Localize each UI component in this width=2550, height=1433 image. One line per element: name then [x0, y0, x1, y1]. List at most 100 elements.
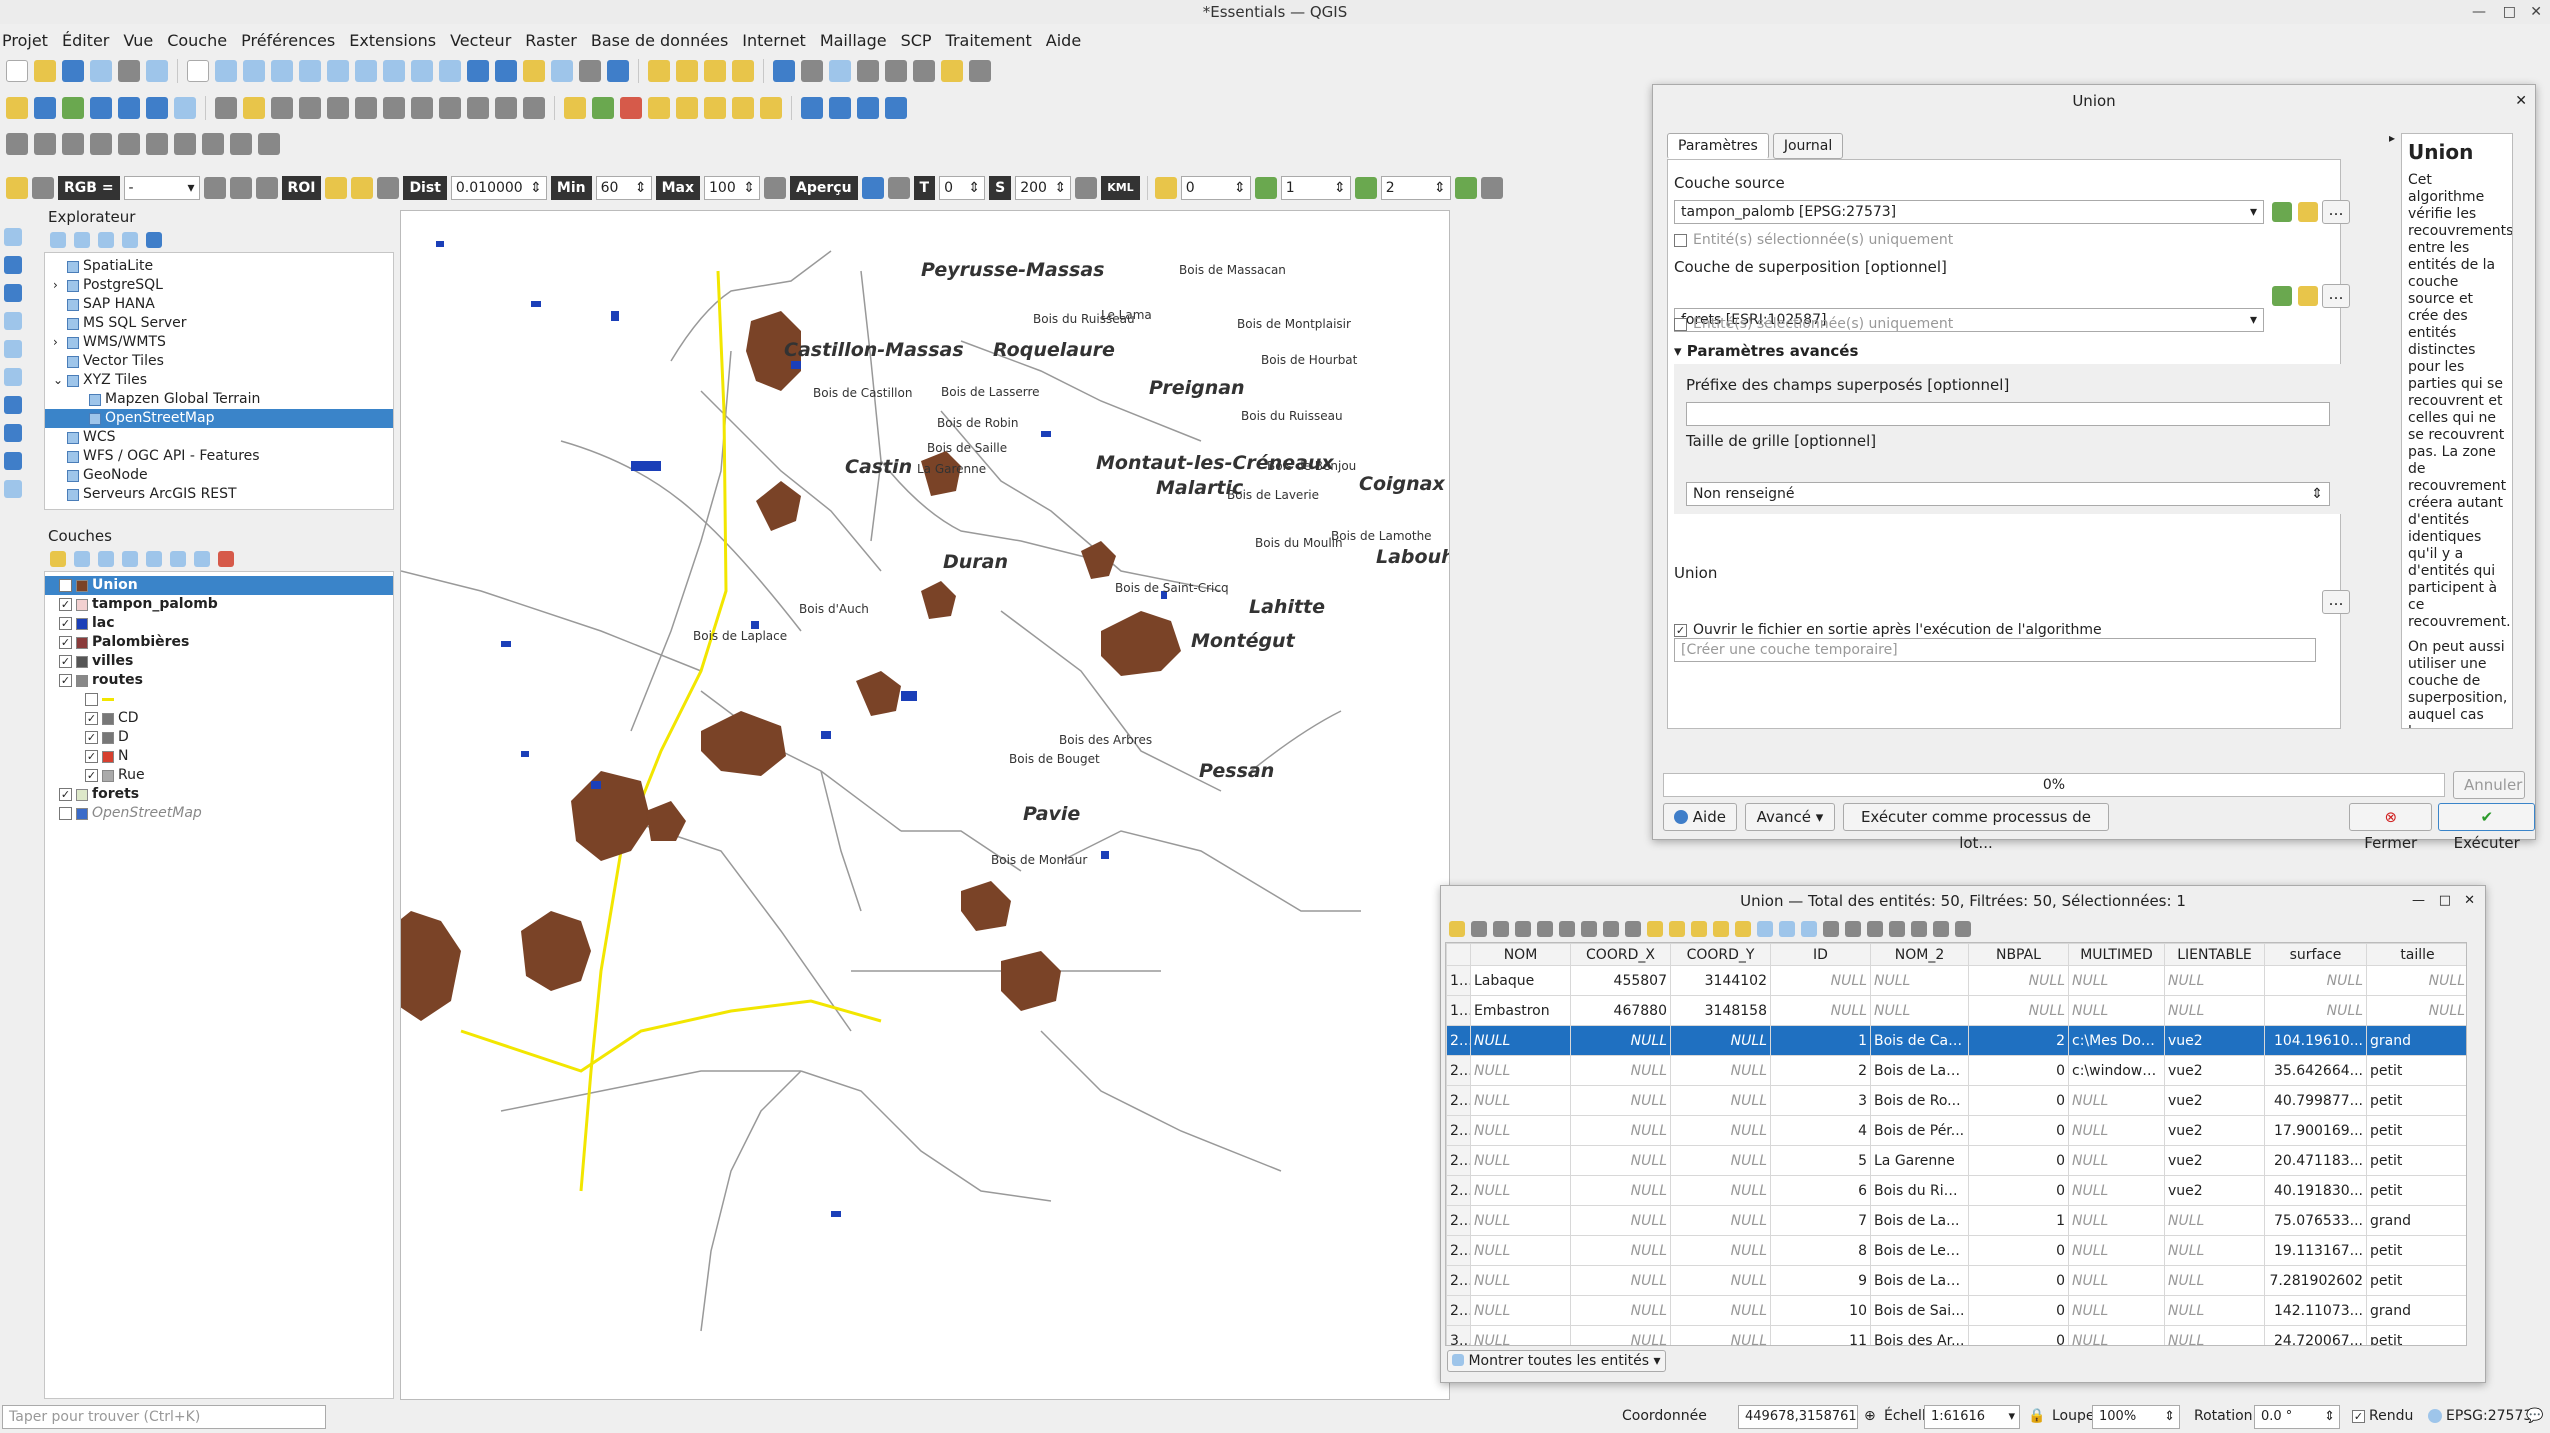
add-postgis-side-icon[interactable] [4, 368, 22, 386]
table-cell[interactable]: 8 [1770, 1235, 1871, 1266]
bookmark-icon[interactable] [523, 60, 545, 82]
layer-item[interactable]: ✓ villes [45, 652, 393, 671]
table-cell[interactable]: 40.799877... [2264, 1085, 2367, 1116]
conditional-format-icon[interactable] [1911, 921, 1927, 937]
row-number[interactable]: 29 [1446, 1295, 1471, 1326]
label-rotate-icon[interactable] [676, 97, 698, 119]
layer-visibility-checkbox[interactable]: ✓ [59, 674, 72, 687]
help-button[interactable]: Aide [1663, 803, 1737, 831]
scp-next-3-icon[interactable] [1454, 177, 1477, 199]
scp-region-icon[interactable] [377, 177, 400, 199]
table-cell[interactable]: petit [2366, 1175, 2466, 1206]
pan-icon[interactable] [187, 60, 209, 82]
table-cell[interactable]: NULL [2068, 1115, 2165, 1146]
field-calculator-icon[interactable] [1889, 921, 1905, 937]
layer-item[interactable]: ✓ N [45, 747, 393, 766]
move-top-icon[interactable] [1757, 921, 1773, 937]
cut-icon[interactable] [411, 97, 433, 119]
crs-button[interactable]: EPSG:27573 [2428, 1408, 2532, 1424]
table-cell[interactable]: NULL [2068, 1265, 2165, 1296]
browser-item[interactable]: MS SQL Server [45, 314, 393, 333]
table-cell[interactable]: NULL [1670, 1115, 1771, 1146]
table-row[interactable]: 20 NULL NULL NULL 1 Bois de Cas... 2 c:\Mes Doc… [1446, 1025, 2466, 1056]
table-cell[interactable]: NULL [1470, 1115, 1571, 1146]
column-header[interactable]: ID [1770, 943, 1871, 966]
table-cell[interactable]: 0 [1968, 1265, 2069, 1296]
menu-couche[interactable]: Couche [167, 31, 227, 50]
row-number[interactable]: 18 [1446, 965, 1471, 996]
simplify-tool-icon[interactable] [174, 133, 196, 155]
map-tips-icon[interactable] [941, 60, 963, 82]
layer-visibility-checkbox[interactable]: ✓ [59, 788, 72, 801]
overlay-iterate-icon[interactable] [2272, 286, 2292, 306]
zoom-native-icon[interactable] [383, 60, 405, 82]
add-wms-icon[interactable] [146, 97, 168, 119]
table-cell[interactable]: NULL [2068, 1175, 2165, 1206]
column-header[interactable]: LIENTABLE [2164, 943, 2265, 966]
open-output-checkbox[interactable]: ✓ Ouvrir le fichier en sortie après l'exé… [1674, 622, 2102, 638]
table-cell[interactable]: NULL [1570, 1175, 1671, 1206]
tab-journal[interactable]: Journal [1772, 133, 1844, 159]
table-cell[interactable]: NULL [2164, 995, 2265, 1026]
merge-tool-icon[interactable] [62, 133, 84, 155]
label-move-icon[interactable] [648, 97, 670, 119]
add-group-icon[interactable] [74, 551, 90, 567]
minimize-icon[interactable]: — [2472, 0, 2486, 24]
refresh-browser-icon[interactable] [74, 232, 90, 248]
scp-preview-zoom-icon[interactable] [764, 177, 787, 199]
row-number[interactable]: 21 [1446, 1055, 1471, 1086]
layer-style-icon[interactable] [50, 551, 66, 567]
browser-item[interactable]: WCS [45, 428, 393, 447]
table-cell[interactable]: 6 [1770, 1175, 1871, 1206]
copy-icon[interactable] [439, 97, 461, 119]
table-cell[interactable]: La Garenne [1870, 1145, 1969, 1176]
grid-size-spinbox[interactable]: Non renseigné ⇕ [1686, 482, 2330, 506]
source-layer-combo[interactable]: tampon_palomb [EPSG:27573] ▾ [1674, 200, 2264, 224]
table-cell[interactable]: NULL [1968, 965, 2069, 996]
layer-visibility-checkbox[interactable] [59, 807, 72, 820]
select-value-icon[interactable] [676, 60, 698, 82]
column-header[interactable]: COORD_Y [1670, 943, 1771, 966]
table-cell[interactable]: 5 [1770, 1145, 1871, 1176]
layer-visibility-checkbox[interactable]: ✓ [59, 636, 72, 649]
table-cell[interactable]: 3 [1770, 1085, 1871, 1116]
scp-extra-icon[interactable] [1480, 177, 1503, 199]
table-cell[interactable]: grand [2366, 1295, 2466, 1326]
table-cell[interactable]: petit [2366, 1115, 2466, 1146]
table-cell[interactable]: c:\Mes Doc... [2068, 1025, 2165, 1056]
table-cell[interactable]: NULL [1570, 1145, 1671, 1176]
table-cell[interactable]: vue2 [2164, 1025, 2265, 1056]
menu-extensions[interactable]: Extensions [349, 31, 436, 50]
table-cell[interactable]: NULL [2068, 1295, 2165, 1326]
label-pin-icon[interactable] [592, 97, 614, 119]
label-show-icon[interactable] [760, 97, 782, 119]
menu-base-de-donn-es[interactable]: Base de données [591, 31, 728, 50]
expand-all-icon[interactable] [170, 551, 186, 567]
table-cell[interactable]: NULL [1470, 1265, 1571, 1296]
zoom-out-icon[interactable] [271, 60, 293, 82]
table-cell[interactable]: NULL [1470, 1145, 1571, 1176]
measure-icon[interactable] [913, 60, 935, 82]
table-cell[interactable]: NULL [2068, 1085, 2165, 1116]
layer-visibility-checkbox[interactable]: ✓ [85, 712, 98, 725]
table-cell[interactable]: vue2 [2164, 1085, 2265, 1116]
row-number[interactable]: 19 [1446, 995, 1471, 1026]
delete-field-icon[interactable] [1845, 921, 1861, 937]
layer-item[interactable]: ✓ routes [45, 671, 393, 690]
show-bookmarks-icon[interactable] [551, 60, 573, 82]
table-cell[interactable]: 35.642664... [2264, 1055, 2367, 1086]
menu-projet[interactable]: Projet [2, 31, 48, 50]
multi-edit-icon[interactable] [1471, 921, 1487, 937]
layer-item[interactable]: ✓ CD [45, 709, 393, 728]
table-cell[interactable]: Bois de La... [1870, 1205, 1969, 1236]
table-cell[interactable]: Labaque [1470, 965, 1571, 996]
split-tool-icon[interactable] [34, 133, 56, 155]
table-cell[interactable]: NULL [2366, 965, 2466, 996]
table-cell[interactable]: NULL [1470, 1025, 1571, 1056]
processing-settings-icon[interactable] [829, 60, 851, 82]
actions-icon[interactable] [1955, 921, 1971, 937]
filter-expression-icon[interactable] [146, 551, 162, 567]
magnifier-spinbox[interactable]: 100% ⇕ [2092, 1405, 2180, 1429]
scp-tool-c-icon[interactable] [255, 177, 278, 199]
browser-item[interactable]: GeoNode [45, 466, 393, 485]
